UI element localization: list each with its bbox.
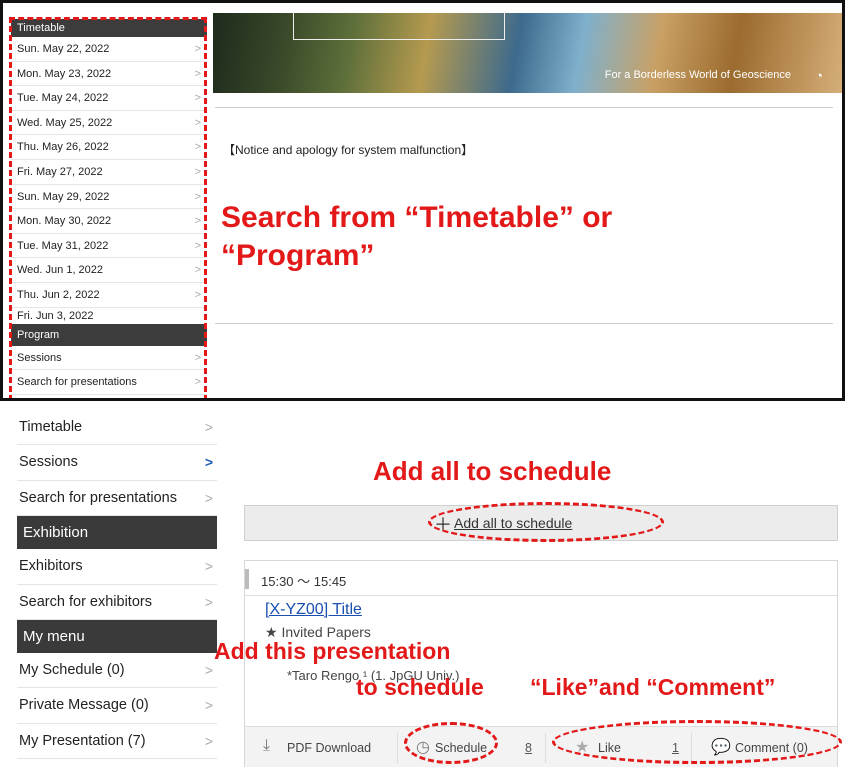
- pdf-download-button[interactable]: PDF Download: [287, 741, 371, 755]
- sidebar-item-timetable[interactable]: Timetable >: [17, 410, 217, 446]
- sidebar-item-search-presentations[interactable]: Search for presentations >: [17, 480, 217, 517]
- chevron-right-icon: >: [204, 489, 213, 506]
- sidebar-item-label: Timetable: [19, 419, 83, 435]
- chevron-right-icon: >: [204, 558, 213, 575]
- search-annotation: Search from “Timetable” or “Program”: [221, 199, 741, 275]
- chevron-right-icon: >: [204, 593, 213, 610]
- bottom-sidebar: Timetable > Sessions > Search for presenta…: [17, 410, 217, 760]
- bottom-screenshot-panel: Timetable > Sessions > Search for presenta…: [0, 404, 845, 767]
- top-screenshot-panel: Timetable Sun. May 22, 2022 > Mon. May 23…: [0, 0, 845, 401]
- like-comment-highlight-circle: [552, 720, 842, 764]
- exhibition-header: Exhibition: [17, 516, 217, 550]
- add-this-annotation-line1: Add this presentation: [214, 638, 451, 664]
- add-all-annotation: Add all to schedule: [373, 456, 612, 486]
- chevron-right-icon: >: [204, 732, 213, 749]
- chevron-right-icon: >: [204, 697, 213, 714]
- download-icon: ⤓: [263, 737, 271, 754]
- sidebar-item-label: Private Message (0): [19, 697, 149, 714]
- time-accent-bar: [245, 569, 249, 589]
- header-banner-image: For a Borderless World of Geoscience ◔: [213, 13, 842, 93]
- add-all-highlight-circle: [428, 502, 664, 542]
- sidebar-item-label: Search for exhibitors: [19, 593, 152, 610]
- banner-tagline: For a Borderless World of Geoscience: [604, 69, 791, 81]
- schedule-highlight-circle: [404, 722, 498, 764]
- search-annotation-line2: “Program”: [221, 239, 375, 272]
- search-annotation-line1: Search from “Timetable” or: [221, 201, 613, 234]
- sidebar-item-sessions[interactable]: Sessions >: [17, 445, 217, 481]
- chevron-right-icon: >: [204, 419, 213, 435]
- divider: [545, 733, 546, 763]
- chevron-right-icon: >: [204, 454, 213, 471]
- sidebar-item-label: My Presentation (7): [19, 732, 146, 749]
- divider: [215, 107, 833, 108]
- mymenu-header: My menu: [17, 619, 217, 653]
- sidebar-item-label: Exhibitors: [19, 558, 83, 575]
- sidebar-item-search-exhibitors[interactable]: Search for exhibitors >: [17, 584, 217, 620]
- logo-icon: ◔: [815, 68, 823, 83]
- notice-link[interactable]: 【Notice and apology for system malfuncti…: [223, 141, 473, 158]
- divider: [397, 733, 398, 763]
- sidebar-highlight-box: [9, 17, 207, 398]
- sidebar-item-label: Sessions: [19, 454, 78, 471]
- sidebar-item-label: Search for presentations: [19, 489, 177, 506]
- like-comment-annotation: “Like”and “Comment”: [530, 674, 776, 700]
- sidebar-item-private-message[interactable]: Private Message (0) >: [17, 688, 217, 724]
- sidebar-item-exhibitors[interactable]: Exhibitors >: [17, 549, 217, 585]
- presentation-title-link[interactable]: [X-YZ00] Title: [265, 601, 362, 619]
- sidebar-item-label: My Schedule (0): [19, 661, 125, 678]
- chevron-right-icon: >: [204, 661, 213, 678]
- sidebar-item-my-schedule[interactable]: My Schedule (0) >: [17, 652, 217, 689]
- presentation-time: 15:30 ～ 15:45: [261, 574, 347, 589]
- divider: [245, 595, 837, 596]
- divider: [215, 323, 833, 324]
- add-this-annotation-line2: to schedule: [356, 674, 484, 700]
- sidebar-item-my-presentation[interactable]: My Presentation (7) >: [17, 723, 217, 760]
- schedule-count: 8: [525, 741, 532, 755]
